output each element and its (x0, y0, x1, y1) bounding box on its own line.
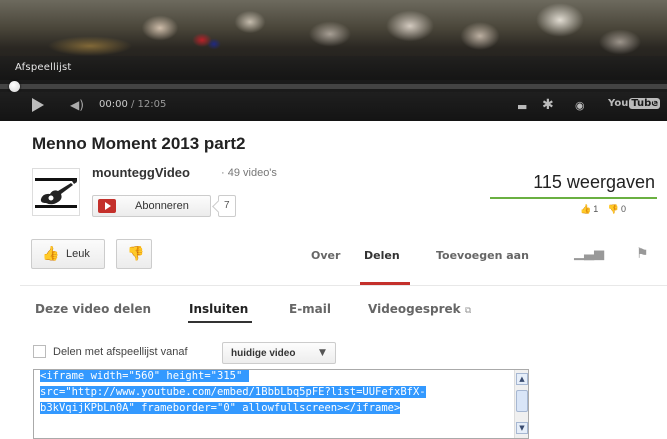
channel-avatar[interactable] (32, 168, 80, 216)
view-count: 115 weergaven (533, 172, 655, 192)
play-icon[interactable] (32, 98, 44, 112)
youtube-play-icon (98, 199, 116, 213)
flag-icon[interactable]: ⚑ (636, 246, 649, 262)
like-ratio-bar (490, 197, 657, 199)
video-title: Menno Moment 2013 part2 (32, 134, 246, 153)
subtab-video-call[interactable]: Videogesprek ⧉ (368, 302, 471, 316)
scrollbar[interactable]: ▲ ▼ (514, 370, 528, 438)
thumbs-down-small-icon: 👎 (607, 204, 619, 214)
like-label: Leuk (66, 248, 90, 260)
playlist-bar (0, 56, 667, 80)
playlist-checkbox[interactable] (33, 345, 46, 358)
player-controls: ◀) 00:00 / 12:05 ▬ ✱ ◉ You Tube ⌜ (0, 92, 667, 121)
fullscreen-icon[interactable]: ⌜ (652, 96, 658, 114)
dislike-count: 0 (620, 204, 626, 214)
scroll-up-icon[interactable]: ▲ (516, 373, 528, 385)
video-count[interactable]: · 49 video's (221, 167, 277, 179)
subtab-video-call-label: Videogesprek (368, 302, 461, 316)
subtab-embed[interactable]: Insluiten (189, 302, 248, 316)
embed-code: <iframe width="560" height="315" src="ht… (40, 370, 426, 414)
captions-icon[interactable]: ▬ (517, 98, 527, 116)
like-counts: 👍 1 👎 0 (580, 204, 628, 215)
tab-over[interactable]: Over (311, 249, 340, 262)
playlist-start-value: huidige video (231, 348, 296, 359)
scroll-down-icon[interactable]: ▼ (516, 422, 528, 434)
time-display: 00:00 / 12:05 (99, 99, 166, 110)
subscribe-label: Abonneren (135, 200, 189, 212)
video-player[interactable]: Afspeellijst ◀) 00:00 / 12:05 ▬ ✱ ◉ You T… (0, 0, 667, 121)
playlist-start-select[interactable]: huidige video ▼ (222, 342, 336, 364)
subtab-share-video[interactable]: Deze video delen (35, 302, 151, 316)
like-count: 1 (593, 204, 599, 214)
like-button[interactable]: 👍 Leuk (31, 239, 105, 269)
tab-toevoegen-aan[interactable]: Toevoegen aan (436, 249, 529, 262)
divider (20, 285, 667, 286)
logo-text: You (608, 98, 629, 109)
thumbs-down-icon: 👎 (127, 246, 145, 262)
guitar-logo-icon (33, 169, 79, 215)
thumbs-up-small-icon: 👍 (580, 204, 592, 214)
stats-icon[interactable]: ▁▃▅ (574, 246, 604, 261)
thumbs-up-icon: 👍 (42, 246, 60, 262)
volume-icon[interactable]: ◀) (70, 97, 84, 113)
dislike-button[interactable]: 👎 (116, 239, 152, 269)
chevron-down-icon: ▼ (319, 348, 326, 358)
playlist-label[interactable]: Afspeellijst (15, 62, 72, 73)
time-total: / 12:05 (127, 99, 167, 110)
active-subtab-underline (188, 321, 252, 323)
subscriber-count: 7 (218, 195, 236, 217)
tab-delen[interactable]: Delen (364, 249, 400, 262)
gear-icon[interactable]: ✱ (542, 96, 554, 114)
channel-name[interactable]: mounteggVideo (92, 165, 190, 180)
progress-knob[interactable] (9, 81, 20, 92)
progress-bar[interactable] (0, 84, 667, 89)
watch-later-icon[interactable]: ◉ (575, 97, 585, 115)
embed-code-textarea[interactable]: <iframe width="560" height="315" src="ht… (33, 369, 529, 439)
scroll-thumb[interactable] (516, 390, 528, 412)
playlist-option-label: Delen met afspeellijst vanaf (53, 346, 188, 358)
external-link-icon: ⧉ (464, 306, 472, 316)
time-current: 00:00 (99, 99, 128, 110)
subtab-email[interactable]: E-mail (289, 302, 331, 316)
subscribe-button[interactable]: Abonneren (92, 195, 211, 217)
